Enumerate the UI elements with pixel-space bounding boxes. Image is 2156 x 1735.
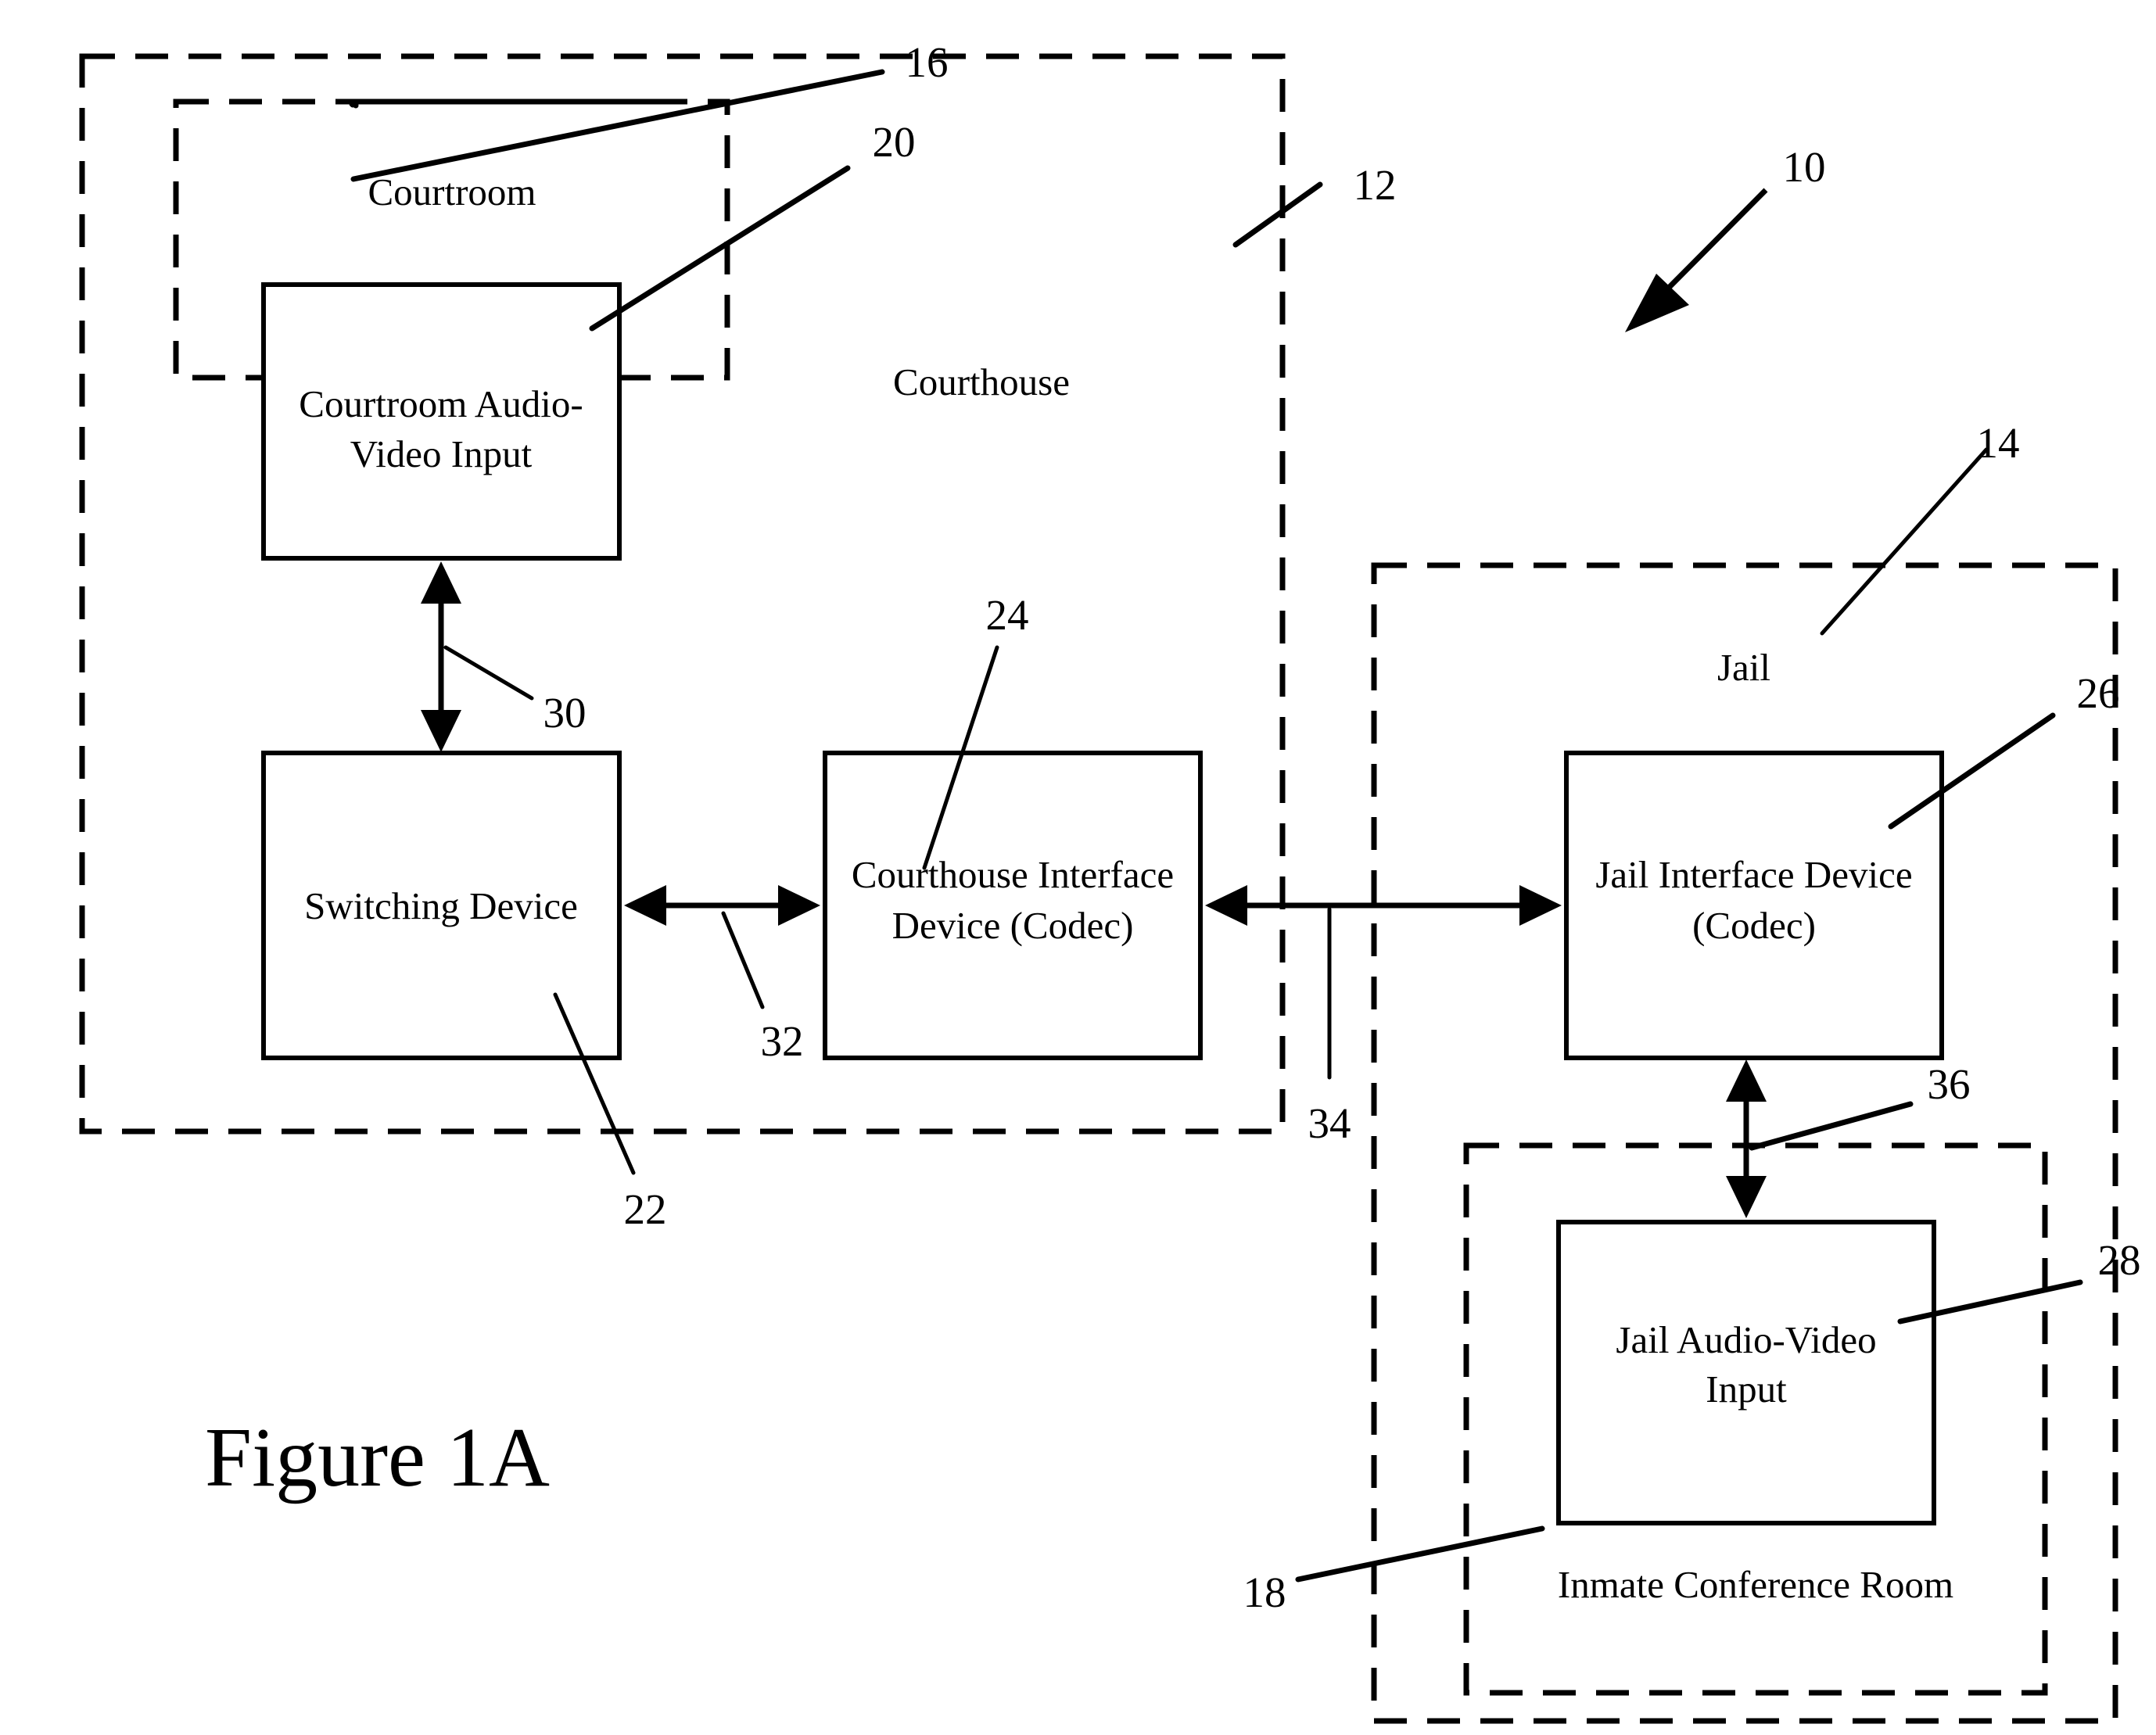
ref-number-connection-32: 32: [761, 1017, 804, 1065]
system-ref-arrowhead: [1625, 274, 1689, 332]
arrowhead-34-right: [1519, 885, 1562, 926]
figure-caption: Figure 1A: [205, 1411, 550, 1504]
box-label-courthouse-interface-line2: Device (Codec): [892, 904, 1134, 947]
box-label-switching-device: Switching Device: [304, 884, 578, 927]
arrowhead-30-down: [421, 710, 461, 752]
box-label-jail-av-input-line2: Input: [1706, 1368, 1787, 1411]
ref-number-courthouse: 12: [1354, 161, 1397, 209]
arrowhead-32-right: [778, 885, 820, 926]
ref-number-courtroom-av-input: 20: [873, 118, 916, 166]
arrowhead-36-down: [1726, 1176, 1767, 1218]
box-label-courthouse-interface-line1: Courthouse Interface: [852, 853, 1174, 896]
arrowhead-36-up: [1726, 1059, 1767, 1102]
leader-line-courtroom-ref: [350, 69, 885, 182]
patent-figure-1a: Courthouse 12 Courtroom 16 Courtroom Aud…: [0, 0, 2156, 1735]
ref-number-connection-34: 34: [1308, 1099, 1351, 1147]
leader-line-inmate-conference-room-ref: [1295, 1525, 1545, 1583]
ref-number-system: 10: [1783, 143, 1826, 191]
arrowhead-30-up: [421, 561, 461, 604]
ref-number-inmate-conference-room: 18: [1243, 1568, 1286, 1616]
region-label-courthouse: Courthouse: [893, 360, 1070, 403]
box-label-jail-interface-line2: (Codec): [1692, 904, 1816, 947]
ref-number-switching-device: 22: [624, 1185, 667, 1233]
leader-line-jail-ref: [1820, 447, 1989, 636]
ref-number-jail: 14: [1977, 419, 2020, 467]
leader-line-courthouse-ref: [1232, 181, 1323, 248]
leader-line-courtroom-av-input-ref: [589, 165, 851, 332]
region-label-jail: Jail: [1717, 646, 1770, 689]
box-label-jail-av-input-line1: Jail Audio-Video: [1616, 1318, 1876, 1361]
box-label-courtroom-av-input-line1: Courtroom Audio-: [299, 382, 583, 425]
ref-number-courtroom: 16: [906, 38, 949, 86]
leader-line-connection-32-ref: [721, 911, 765, 1009]
ref-number-connection-36: 36: [1928, 1060, 1971, 1108]
arrowhead-34-left: [1205, 885, 1247, 926]
box-label-courtroom-av-input-line2: Video Input: [350, 432, 533, 475]
box-label-jail-interface-line1: Jail Interface Device: [1595, 853, 1912, 896]
ref-number-connection-30: 30: [543, 689, 587, 737]
diagram-canvas: Courthouse 12 Courtroom 16 Courtroom Aud…: [79, 38, 2141, 1724]
ref-number-courthouse-interface: 24: [986, 591, 1029, 639]
arrowhead-32-left: [624, 885, 666, 926]
leader-line-connection-36-ref: [1749, 1101, 1914, 1151]
region-label-inmate-conference-room: Inmate Conference Room: [1558, 1563, 1953, 1606]
ref-number-jail-av-input: 28: [2098, 1236, 2141, 1284]
ref-number-jail-interface: 26: [2077, 669, 2120, 717]
leader-line-connection-30-ref: [443, 645, 534, 701]
region-label-courtroom: Courtroom: [368, 170, 536, 213]
